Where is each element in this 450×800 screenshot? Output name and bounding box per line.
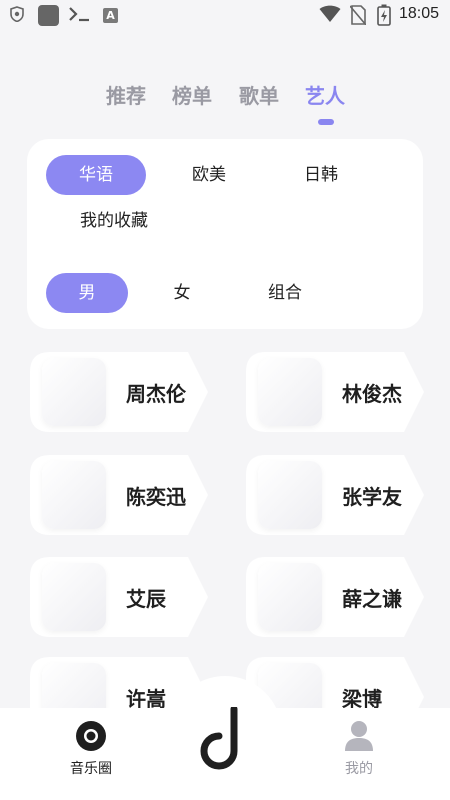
filter-region-chinese[interactable]: 华语	[46, 155, 146, 195]
artist-card[interactable]: 周杰伦	[30, 352, 208, 432]
sound-wave-icon	[277, 585, 316, 609]
artist-name: 陈奕迅	[126, 485, 186, 509]
status-bar: A 18:05	[0, 0, 450, 30]
filter-group[interactable]: 组合	[240, 273, 330, 313]
artist-card[interactable]: 艾辰	[30, 557, 208, 637]
app-square-icon	[38, 5, 59, 26]
nav-mine[interactable]: 我的	[324, 720, 394, 778]
sound-wave-icon	[277, 483, 316, 507]
artist-thumbnail	[42, 563, 106, 631]
artist-card[interactable]: 张学友	[246, 455, 424, 535]
artist-thumbnail	[258, 563, 322, 631]
wifi-icon	[319, 5, 341, 22]
artist-name: 林俊杰	[342, 382, 402, 406]
tab-recommend[interactable]: 推荐	[106, 80, 146, 109]
artist-name: 周杰伦	[126, 382, 186, 406]
artist-filter-card: 华语 欧美 日韩 我的收藏 男 女 组合	[27, 139, 423, 329]
top-tab-bar: 推荐 榜单 歌单 艺人	[0, 78, 450, 128]
battery-charging-icon	[377, 4, 391, 26]
artist-card[interactable]: 陈奕迅	[30, 455, 208, 535]
vinyl-disc-icon	[76, 721, 106, 751]
a-badge-icon: A	[103, 8, 118, 23]
filter-gender-female[interactable]: 女	[141, 273, 223, 313]
sound-wave-icon	[61, 585, 100, 609]
filter-region-jp-kr[interactable]: 日韩	[271, 155, 371, 195]
no-sim-icon	[350, 5, 366, 25]
tab-charts[interactable]: 榜单	[172, 80, 212, 109]
sound-wave-icon	[61, 483, 100, 507]
artist-name: 张学友	[342, 485, 402, 509]
nav-music-circle[interactable]: 音乐圈	[56, 720, 126, 778]
shield-icon	[10, 6, 24, 22]
artist-name: 薛之谦	[342, 587, 402, 611]
artist-card[interactable]: 林俊杰	[246, 352, 424, 432]
artist-thumbnail	[42, 461, 106, 529]
artist-thumbnail	[258, 358, 322, 426]
filter-region-western[interactable]: 欧美	[159, 155, 259, 195]
clock-time: 18:05	[399, 5, 440, 22]
filter-gender-male[interactable]: 男	[46, 273, 128, 313]
nav-label-music-circle: 音乐圈	[70, 761, 112, 777]
tab-playlists[interactable]: 歌单	[239, 80, 279, 109]
artist-thumbnail	[42, 358, 106, 426]
sound-wave-icon	[61, 380, 100, 404]
filter-my-favorites[interactable]: 我的收藏	[64, 201, 164, 241]
sound-wave-icon	[277, 685, 316, 709]
artist-name: 艾辰	[126, 587, 166, 611]
artist-thumbnail	[258, 461, 322, 529]
artist-card[interactable]: 薛之谦	[246, 557, 424, 637]
user-profile-icon	[345, 721, 373, 751]
terminal-icon	[69, 7, 89, 22]
tab-artists[interactable]: 艺人	[305, 80, 345, 109]
active-tab-indicator	[318, 119, 334, 125]
sound-wave-icon	[61, 685, 100, 709]
sound-wave-icon	[277, 380, 316, 404]
nav-label-mine: 我的	[345, 761, 373, 777]
music-note-logo-icon[interactable]	[196, 707, 246, 775]
